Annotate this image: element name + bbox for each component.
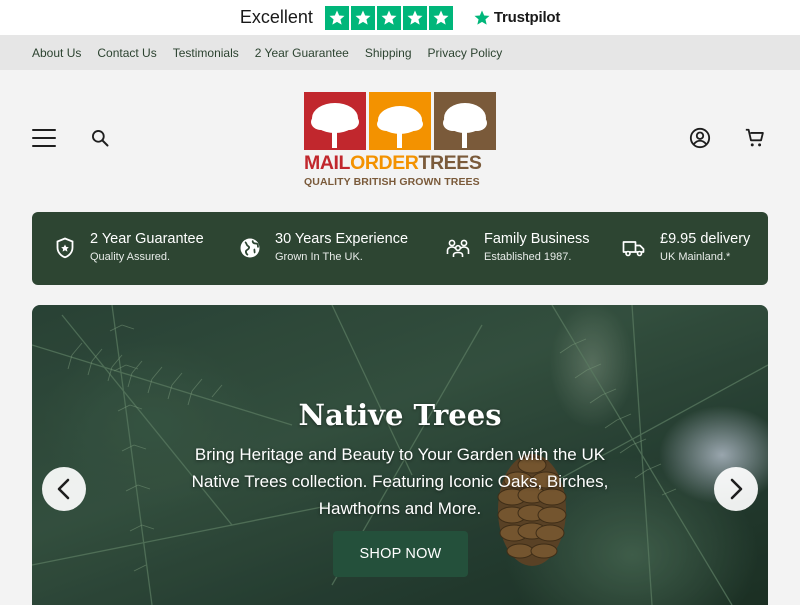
star-icon: [324, 5, 349, 30]
usp-item-family: Family Business Established 1987.: [446, 230, 590, 265]
usp-title: 30 Years Experience: [275, 231, 409, 247]
trustpilot-brand: Trustpilot: [493, 9, 561, 26]
trustpilot-logo: Trustpilot: [473, 9, 560, 27]
site-header: MAILORDERTREES QUALITY BRITISH GROWN TRE…: [0, 70, 800, 212]
usp-item-delivery: £9.95 delivery UK Mainland.*: [622, 230, 750, 265]
star-icon: [350, 5, 375, 30]
menu-icon[interactable]: [32, 129, 56, 147]
usp-item-experience: 30 Years Experience Grown In The UK.: [239, 230, 408, 265]
shield-icon: [54, 237, 76, 259]
cart-icon[interactable]: [744, 127, 766, 149]
usp-bar: 2 Year Guarantee Quality Assured. 30 Yea…: [32, 212, 768, 285]
utility-nav: About Us Contact Us Testimonials 2 Year …: [0, 35, 800, 70]
star-icon: [376, 5, 401, 30]
hero-banner: Native Trees Bring Heritage and Beauty t…: [32, 305, 768, 605]
usp-title: 2 Year Guarantee: [90, 231, 204, 247]
nav-link-about-us[interactable]: About Us: [32, 46, 81, 60]
nav-link-contact-us[interactable]: Contact Us: [97, 46, 156, 60]
trustpilot-stars: [324, 5, 453, 30]
usp-subtitle: UK Mainland.*: [660, 251, 731, 263]
hero-title: Native Trees: [298, 398, 502, 432]
logo-word-order: ORDER: [350, 152, 419, 174]
nav-link-testimonials[interactable]: Testimonials: [173, 46, 239, 60]
trustpilot-star-icon: [474, 10, 490, 25]
logo-tagline: QUALITY BRITISH GROWN TREES: [304, 175, 480, 188]
usp-subtitle: Established 1987.: [484, 251, 572, 263]
shop-now-button[interactable]: SHOP NOW: [333, 531, 468, 577]
carousel-next-button[interactable]: [714, 467, 758, 511]
globe-icon: [239, 237, 261, 259]
logo-word-mail: MAIL: [304, 152, 351, 174]
nav-link-shipping[interactable]: Shipping: [365, 46, 412, 60]
trustpilot-rating-label: Excellent: [239, 7, 313, 27]
nav-link-guarantee[interactable]: 2 Year Guarantee: [255, 46, 349, 60]
search-icon[interactable]: [90, 128, 110, 148]
carousel-prev-button[interactable]: [42, 467, 86, 511]
account-icon[interactable]: [689, 127, 711, 149]
usp-subtitle: Grown In The UK.: [275, 251, 363, 263]
chevron-right-icon: [730, 478, 743, 500]
usp-item-guarantee: 2 Year Guarantee Quality Assured.: [54, 230, 204, 265]
usp-title: £9.95 delivery: [660, 231, 751, 247]
logo-tree-icon: [434, 92, 496, 150]
truck-icon: [622, 237, 646, 259]
usp-subtitle: Quality Assured.: [90, 251, 171, 263]
family-icon: [446, 237, 470, 259]
logo-word-trees: TREES: [418, 152, 482, 174]
hero-content: Native Trees Bring Heritage and Beauty t…: [32, 395, 768, 522]
chevron-left-icon: [57, 478, 70, 500]
hero-description: Bring Heritage and Beauty to Your Garden…: [191, 445, 609, 518]
usp-title: Family Business: [484, 231, 590, 247]
site-logo[interactable]: MAILORDERTREES QUALITY BRITISH GROWN TRE…: [304, 92, 496, 188]
logo-tiles: [304, 92, 496, 150]
star-icon: [402, 5, 427, 30]
nav-link-privacy-policy[interactable]: Privacy Policy: [428, 46, 503, 60]
logo-tree-icon: [369, 92, 431, 150]
star-icon: [428, 5, 453, 30]
trustpilot-bar[interactable]: Excellent Trustpilot: [0, 0, 800, 35]
logo-wordmark: MAILORDERTREES: [304, 152, 496, 174]
logo-tree-icon: [304, 92, 366, 150]
